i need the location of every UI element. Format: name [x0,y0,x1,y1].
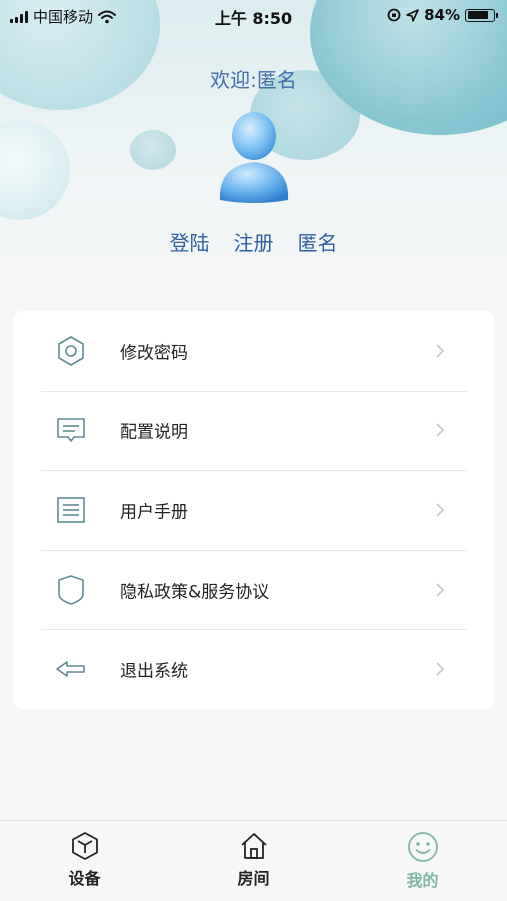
cube-icon [71,832,98,860]
menu-item-user-manual[interactable]: 用户手册 [14,470,494,550]
document-icon [54,493,88,527]
anonymous-link[interactable]: 匿名 [298,227,338,256]
chevron-right-icon [436,423,444,437]
tab-label: 我的 [406,871,439,890]
user-avatar-icon [219,112,289,203]
home-icon [240,833,267,859]
menu-item-label: 退出系统 [120,661,188,682]
chevron-right-icon [436,583,444,597]
decorative-bubble [130,130,176,170]
bottom-tab-bar: 设备 房间 我的 [0,820,507,901]
decorative-bubble [0,120,70,220]
tab-rooms[interactable]: 房间 [169,821,338,901]
tab-mine[interactable]: 我的 [338,821,507,901]
auth-links: 登陆 注册 匿名 [0,227,507,256]
battery-icon [465,8,498,22]
status-bar: 中国移动 上午 8:50 84% [0,0,507,30]
register-link[interactable]: 注册 [234,227,274,256]
location-icon [406,8,419,22]
menu-item-label: 配置说明 [120,422,188,443]
menu-item-label: 隐私政策&服务协议 [120,582,270,603]
rotation-lock-icon [387,8,401,22]
welcome-text: 欢迎:匿名 [210,68,297,92]
menu-item-change-password[interactable]: 修改密码 [14,311,494,391]
settings-menu: 修改密码 配置说明 用户手册 隐私政策&服务协议 退出系统 [14,311,494,709]
chevron-right-icon [436,503,444,517]
tab-devices[interactable]: 设备 [0,821,169,901]
tab-label: 设备 [68,869,101,888]
battery-percent: 84% [424,6,460,24]
chevron-right-icon [436,662,444,676]
menu-item-label: 修改密码 [120,343,188,364]
menu-item-privacy-policy[interactable]: 隐私政策&服务协议 [14,549,494,630]
menu-item-config-guide[interactable]: 配置说明 [14,390,494,471]
message-icon [54,413,88,447]
hexagon-settings-icon [54,334,88,368]
menu-item-logout[interactable]: 退出系统 [14,629,494,709]
arrow-left-icon [54,652,88,686]
tab-label: 房间 [237,869,270,888]
menu-item-label: 用户手册 [120,502,188,523]
smiley-icon [407,832,438,862]
shield-icon [54,573,88,607]
login-link[interactable]: 登陆 [170,227,210,256]
profile-header: 中国移动 上午 8:50 84% 欢迎:匿名 登陆 注册 匿名 [0,0,507,285]
chevron-right-icon [436,344,444,358]
